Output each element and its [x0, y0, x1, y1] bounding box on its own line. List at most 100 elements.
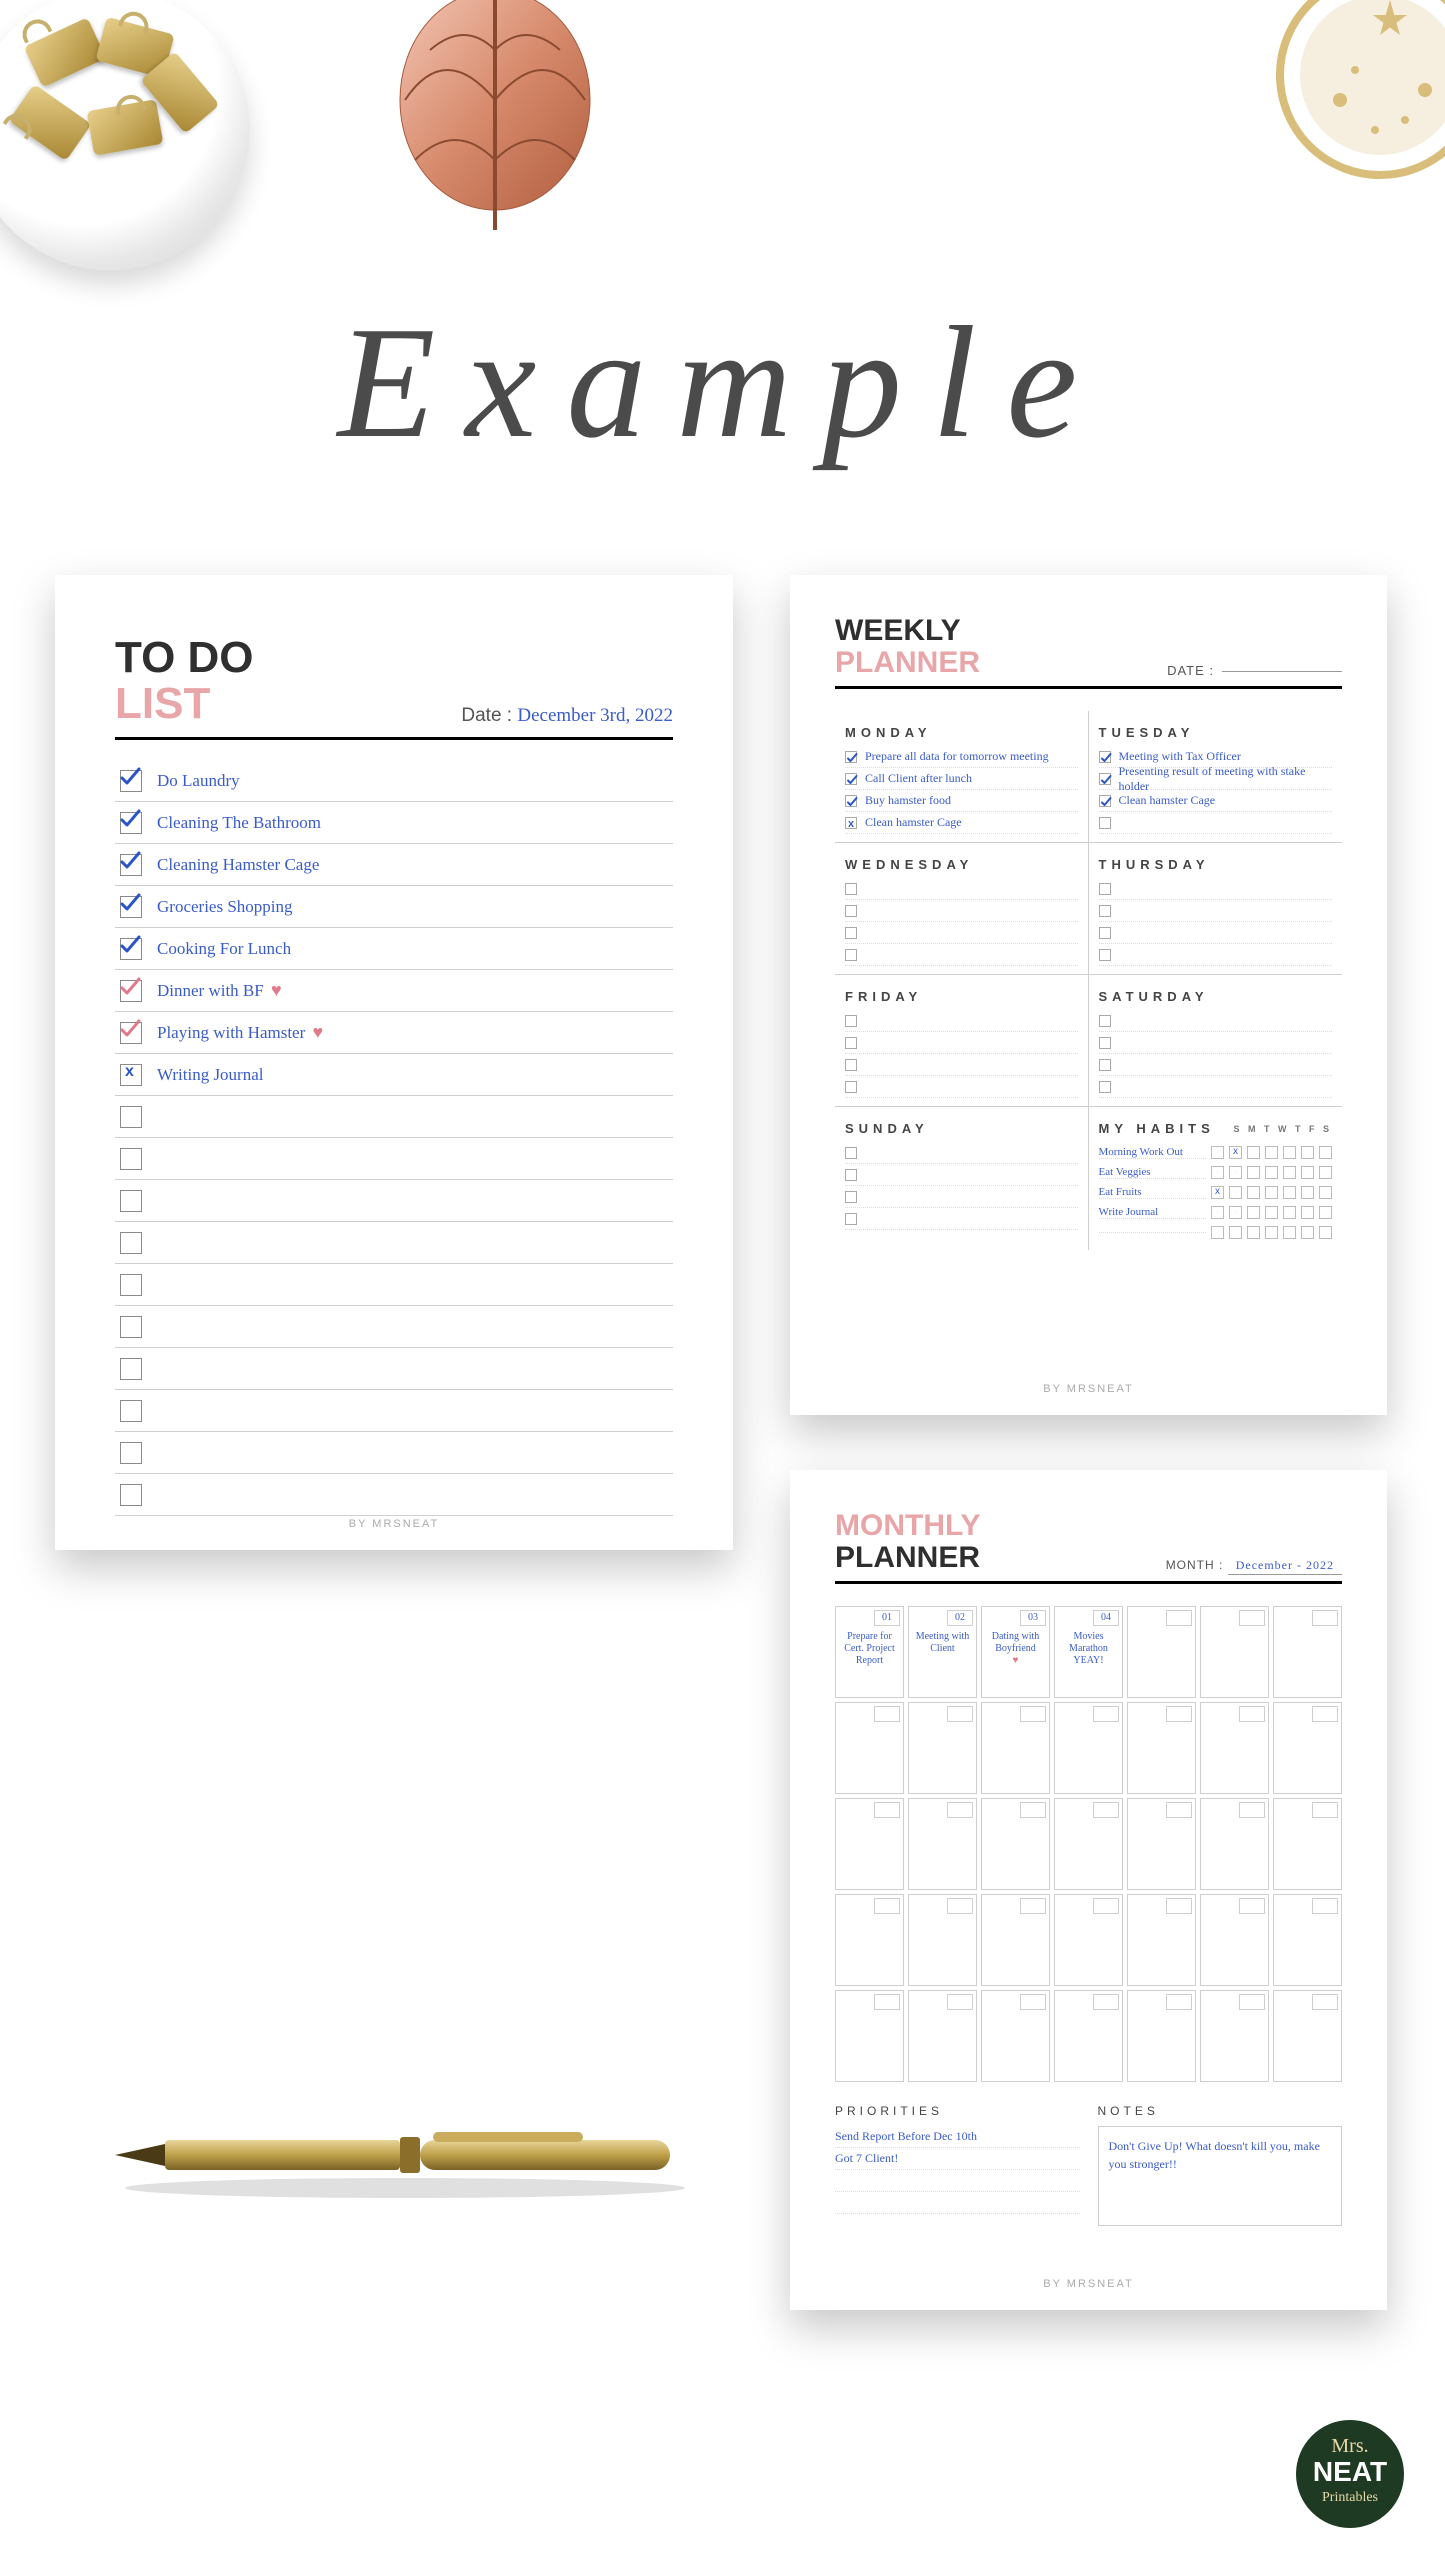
- checkbox-icon: [120, 980, 142, 1002]
- habit-cell: [1211, 1166, 1224, 1179]
- checkbox-icon: [120, 1316, 142, 1338]
- checkbox-icon: [1099, 927, 1111, 939]
- todo-item-blank: [115, 1348, 673, 1390]
- priority-row: [835, 2192, 1080, 2214]
- habit-cell: [1265, 1226, 1278, 1239]
- calendar-day-number: [1020, 1994, 1046, 2010]
- habit-label: Eat Veggies: [1099, 1166, 1207, 1179]
- habit-cell: [1265, 1166, 1278, 1179]
- habit-cell: [1283, 1226, 1296, 1239]
- day-name: TUESDAY: [1099, 725, 1333, 740]
- day-name: FRIDAY: [845, 989, 1078, 1004]
- calendar-day-number: [1239, 1994, 1265, 2010]
- calendar-cell: [1054, 1702, 1123, 1794]
- calendar-day-number: [1093, 1802, 1119, 1818]
- calendar-day-number: [1093, 1898, 1119, 1914]
- checkbox-icon: [1099, 1081, 1111, 1093]
- habit-cell: [1319, 1146, 1332, 1159]
- weekly-text: Meeting with Tax Officer: [1119, 749, 1241, 764]
- calendar-day-number: 03: [1020, 1610, 1046, 1626]
- monthly-calendar: 01Prepare for Cert. Project Report02Meet…: [835, 1606, 1342, 2082]
- habit-cell: [1301, 1166, 1314, 1179]
- calendar-cell: [981, 1894, 1050, 1986]
- habit-cell: [1229, 1226, 1242, 1239]
- habit-cell: [1265, 1186, 1278, 1199]
- checkbox-icon: [120, 1148, 142, 1170]
- habit-label: Eat Fruits: [1099, 1186, 1207, 1199]
- calendar-cell: [1273, 1606, 1342, 1698]
- calendar-cell-text: Meeting with Client: [914, 1631, 971, 1655]
- weekly-row: [845, 944, 1078, 966]
- checkbox-icon: [1099, 1037, 1111, 1049]
- todo-text: Dinner with BF ♥: [157, 980, 282, 1001]
- rose-gold-leaf-ornament: [385, 0, 605, 240]
- habit-cell: [1265, 1146, 1278, 1159]
- calendar-day-number: [1239, 1898, 1265, 1914]
- weekly-row: Prepare all data for tomorrow meeting: [845, 746, 1078, 768]
- habit-cell: [1247, 1206, 1260, 1219]
- todo-item-blank: [115, 1264, 673, 1306]
- weekly-row: [845, 1164, 1078, 1186]
- habit-cell: [1283, 1146, 1296, 1159]
- calendar-day-number: [1166, 1898, 1192, 1914]
- calendar-cell-text: Movies Marathon YEAY!: [1060, 1631, 1117, 1667]
- checkbox-icon: [120, 1484, 142, 1506]
- checkbox-icon: [845, 1191, 857, 1203]
- heart-icon: ♥: [987, 1655, 1044, 1667]
- priority-row: [835, 2170, 1080, 2192]
- page-footer: BY MRSNEAT: [55, 1518, 733, 1530]
- weekly-row: [1099, 944, 1333, 966]
- monthly-month: MONTH : December - 2022: [1166, 1558, 1342, 1573]
- weekly-text: Prepare all data for tomorrow meeting: [865, 749, 1049, 764]
- habit-cell: [1211, 1146, 1224, 1159]
- checkbox-icon: [120, 938, 142, 960]
- checkbox-icon: [845, 949, 857, 961]
- weekly-day: MONDAY Prepare all data for tomorrow meet…: [835, 711, 1089, 842]
- checkbox-icon: [845, 1037, 857, 1049]
- todo-item-blank: [115, 1474, 673, 1516]
- weekly-row: [1099, 1076, 1333, 1098]
- todo-item: Playing with Hamster ♥: [115, 1012, 673, 1054]
- weekly-row: Buy hamster food: [845, 790, 1078, 812]
- weekly-row: [845, 1186, 1078, 1208]
- page-footer: BY MRSNEAT: [790, 1383, 1387, 1395]
- checkbox-icon: [1099, 795, 1111, 807]
- calendar-cell: [1200, 1798, 1269, 1890]
- weekly-row: [845, 1142, 1078, 1164]
- checkbox-icon: [1099, 1015, 1111, 1027]
- habit-row: [1099, 1222, 1333, 1242]
- monthly-page: MONTHLY PLANNER MONTH : December - 2022 …: [790, 1470, 1387, 2310]
- checkbox-icon: [845, 1147, 857, 1159]
- calendar-day-number: [1020, 1706, 1046, 1722]
- calendar-day-number: [1166, 1610, 1192, 1626]
- calendar-cell: [835, 1894, 904, 1986]
- habit-cell: [1319, 1206, 1332, 1219]
- weekly-row: [845, 1054, 1078, 1076]
- todo-text: Do Laundry: [157, 771, 240, 791]
- habit-cell: [1247, 1166, 1260, 1179]
- habit-cell: [1247, 1226, 1260, 1239]
- habit-cell: [1319, 1226, 1332, 1239]
- calendar-day-number: [874, 1802, 900, 1818]
- notes-text: Don't Give Up! What doesn't kill you, ma…: [1098, 2126, 1343, 2226]
- calendar-day-number: [1312, 1802, 1338, 1818]
- habits-block: MY HABITSS M T W T F SMorning Work OutxE…: [1089, 1106, 1343, 1250]
- calendar-cell: [1200, 1894, 1269, 1986]
- calendar-cell: [1273, 1990, 1342, 2082]
- habit-row: Eat Veggies: [1099, 1162, 1333, 1182]
- weekly-row: [845, 1076, 1078, 1098]
- calendar-cell: [1273, 1702, 1342, 1794]
- day-name: MONDAY: [845, 725, 1078, 740]
- calendar-cell: [1200, 1702, 1269, 1794]
- weekly-row: xClean hamster Cage: [845, 812, 1078, 834]
- todo-item: Cleaning Hamster Cage: [115, 844, 673, 886]
- weekly-row: [845, 1208, 1078, 1230]
- weekly-row: Presenting result of meeting with stake …: [1099, 768, 1333, 790]
- habit-cell: [1301, 1206, 1314, 1219]
- weekly-day: TUESDAY Meeting with Tax Officer Presentin…: [1089, 711, 1343, 842]
- calendar-cell: [1127, 1990, 1196, 2082]
- calendar-cell: [981, 1798, 1050, 1890]
- weekly-day: FRIDAY: [835, 974, 1089, 1106]
- checkbox-icon: [120, 1232, 142, 1254]
- checkbox-icon: [1099, 883, 1111, 895]
